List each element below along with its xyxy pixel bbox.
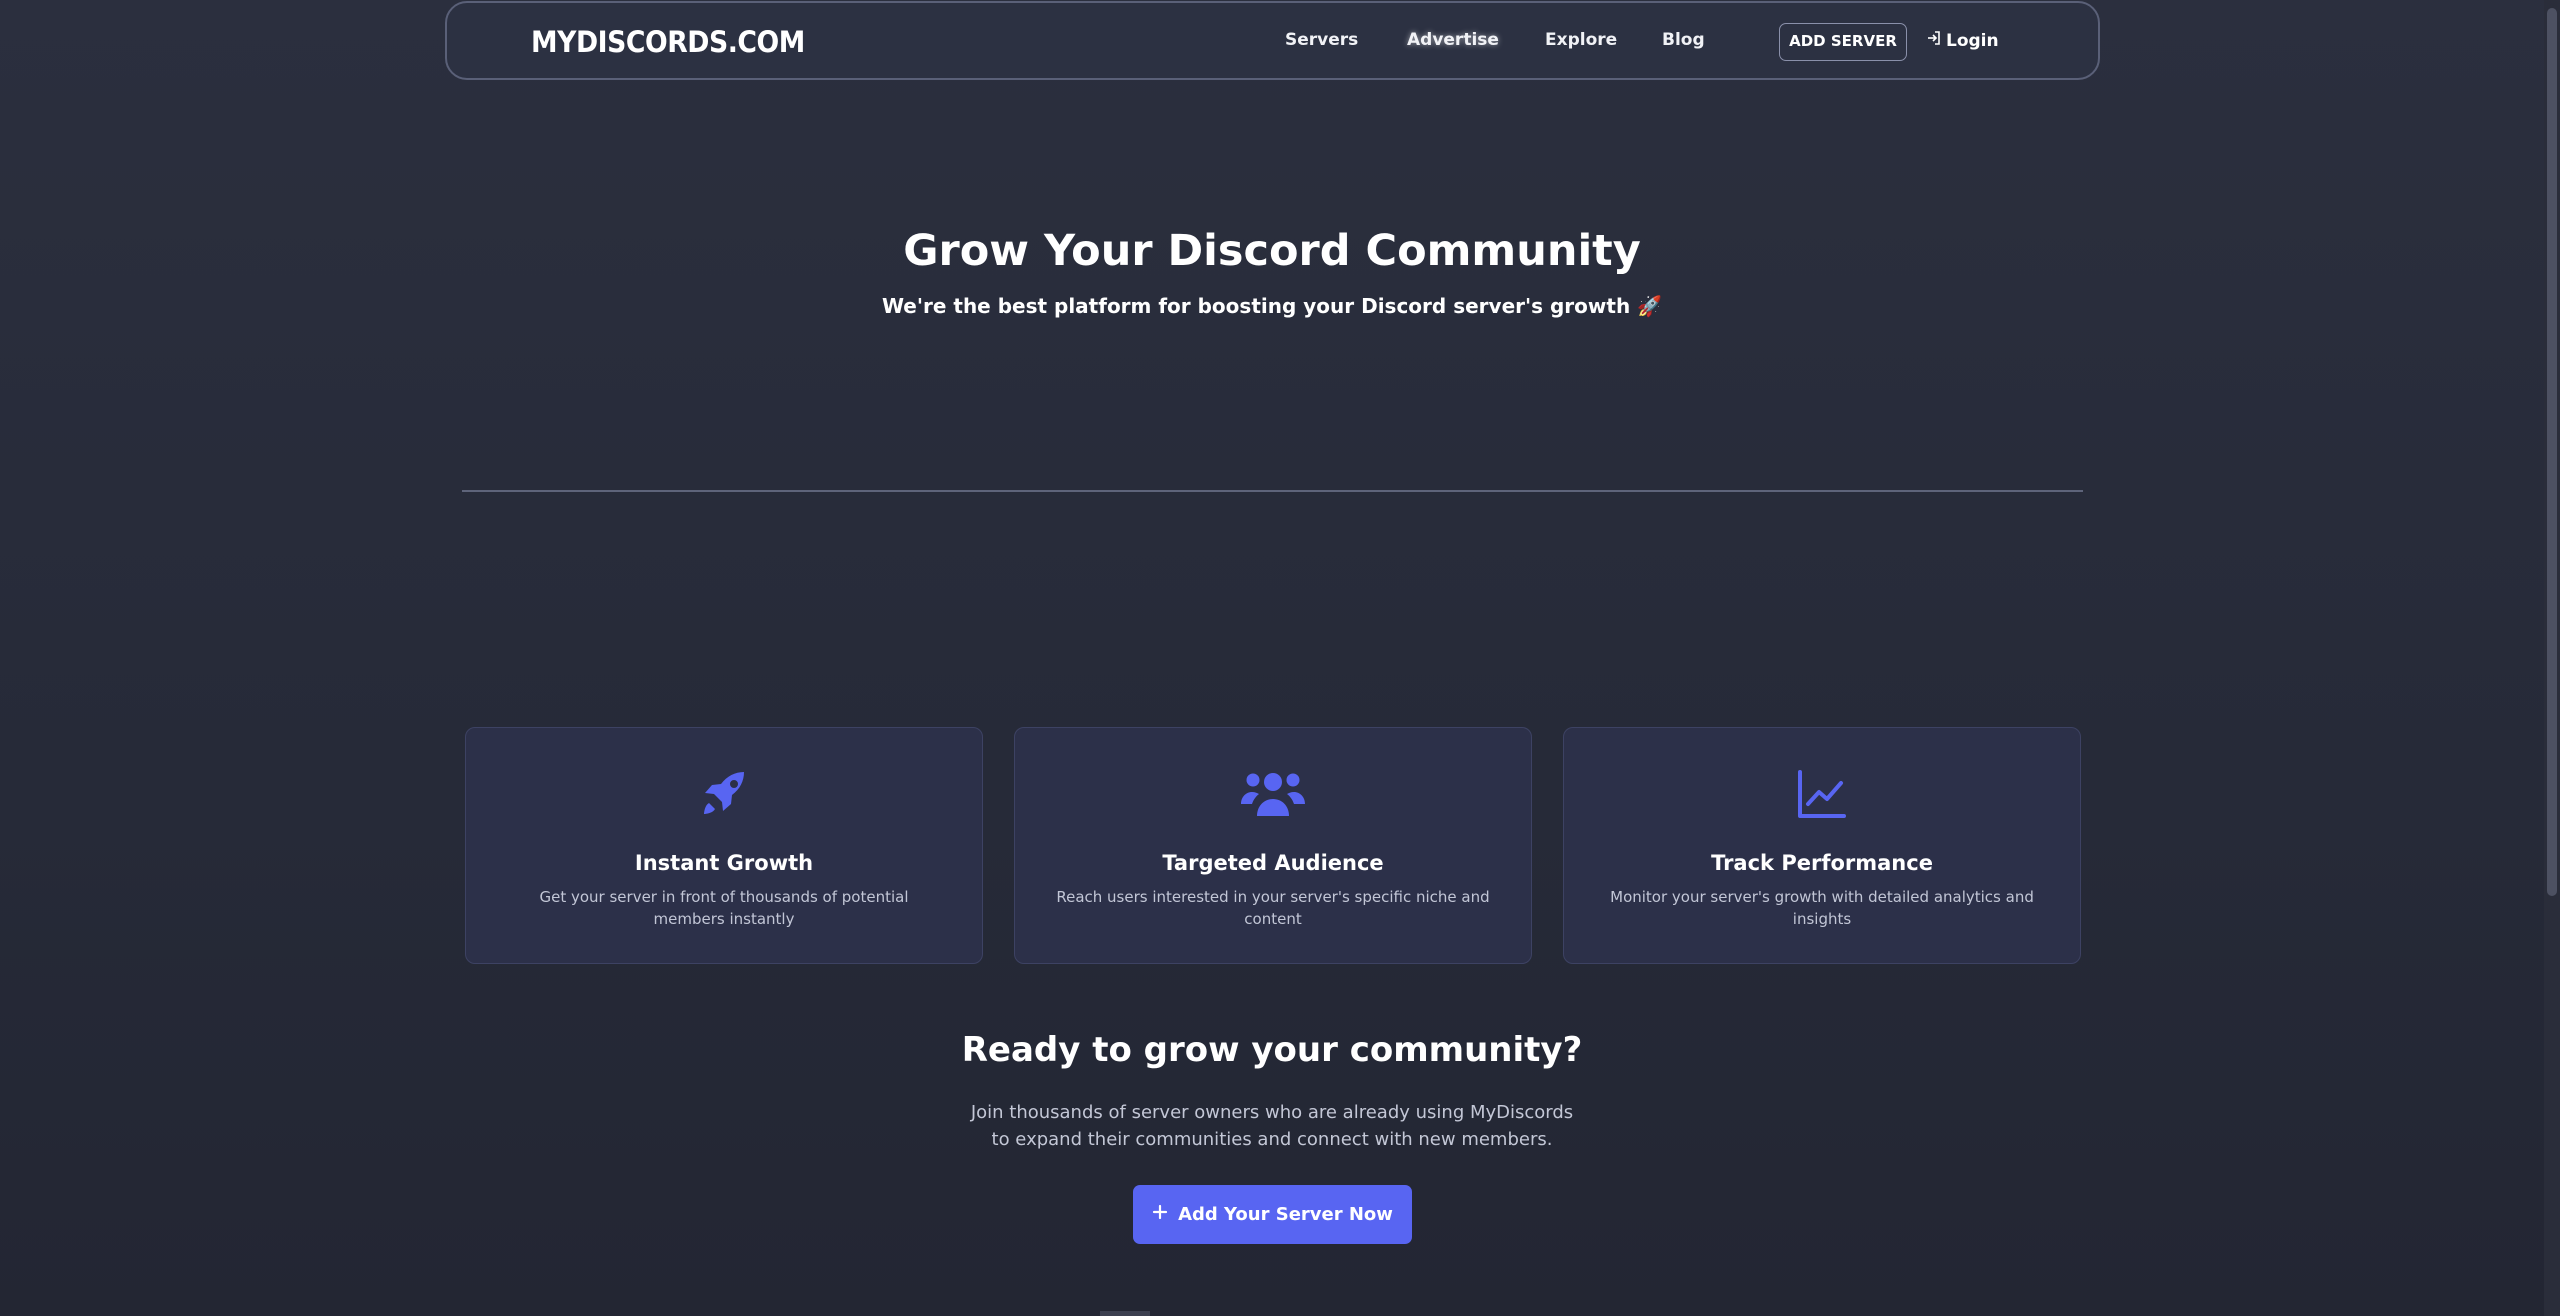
cta-description-line: to expand their communities and connect …	[991, 1129, 1553, 1150]
feature-card-instant-growth: Instant Growth Get your server in front …	[465, 727, 983, 964]
nav-link-advertise[interactable]: Advertise	[1407, 30, 1499, 50]
cta-description-line: Join thousands of server owners who are …	[970, 1102, 1574, 1123]
navbar: MYDISCORDS.COM Servers Advertise Explore…	[445, 1, 2100, 80]
cta-description: Join thousands of server owners who are …	[0, 1099, 2544, 1153]
site-logo[interactable]: MYDISCORDS.COM	[531, 25, 805, 59]
section-divider	[462, 490, 2083, 492]
plus-icon	[1152, 1204, 1168, 1225]
login-label: Login	[1946, 30, 1999, 51]
nav-link-explore[interactable]: Explore	[1545, 30, 1617, 50]
nav-link-servers[interactable]: Servers	[1285, 30, 1358, 50]
feature-title: Track Performance	[1711, 851, 1933, 875]
page: MYDISCORDS.COM Servers Advertise Explore…	[0, 0, 2560, 1316]
feature-title: Instant Growth	[634, 851, 814, 875]
feature-description: Get your server in front of thousands of…	[539, 888, 909, 928]
nav-link-blog[interactable]: Blog	[1662, 30, 1705, 50]
login-icon	[1926, 30, 1942, 51]
chart-line-icon	[1796, 768, 1848, 824]
login-link[interactable]: Login	[1926, 30, 1999, 51]
cta-title: Ready to grow your community?	[961, 1030, 1583, 1070]
add-your-server-label: Add Your Server Now	[1178, 1204, 1393, 1225]
bottom-handle	[1100, 1311, 1150, 1316]
add-server-button[interactable]: ADD SERVER	[1779, 23, 1907, 61]
feature-description: Reach users interested in your server's …	[1056, 888, 1490, 928]
feature-card-targeted-audience: Targeted Audience Reach users interested…	[1014, 727, 1532, 964]
rocket-icon	[698, 768, 750, 824]
feature-title: Targeted Audience	[1162, 851, 1384, 875]
hero-title: Grow Your Discord Community	[903, 226, 1641, 276]
add-your-server-button[interactable]: Add Your Server Now	[1133, 1185, 1412, 1244]
feature-card-track-performance: Track Performance Monitor your server's …	[1563, 727, 2081, 964]
scrollbar-thumb[interactable]	[2547, 8, 2557, 896]
users-icon	[1241, 768, 1305, 824]
hero-subtitle: We're the best platform for boosting you…	[881, 294, 1663, 318]
feature-description: Monitor your server's growth with detail…	[1610, 888, 2034, 928]
